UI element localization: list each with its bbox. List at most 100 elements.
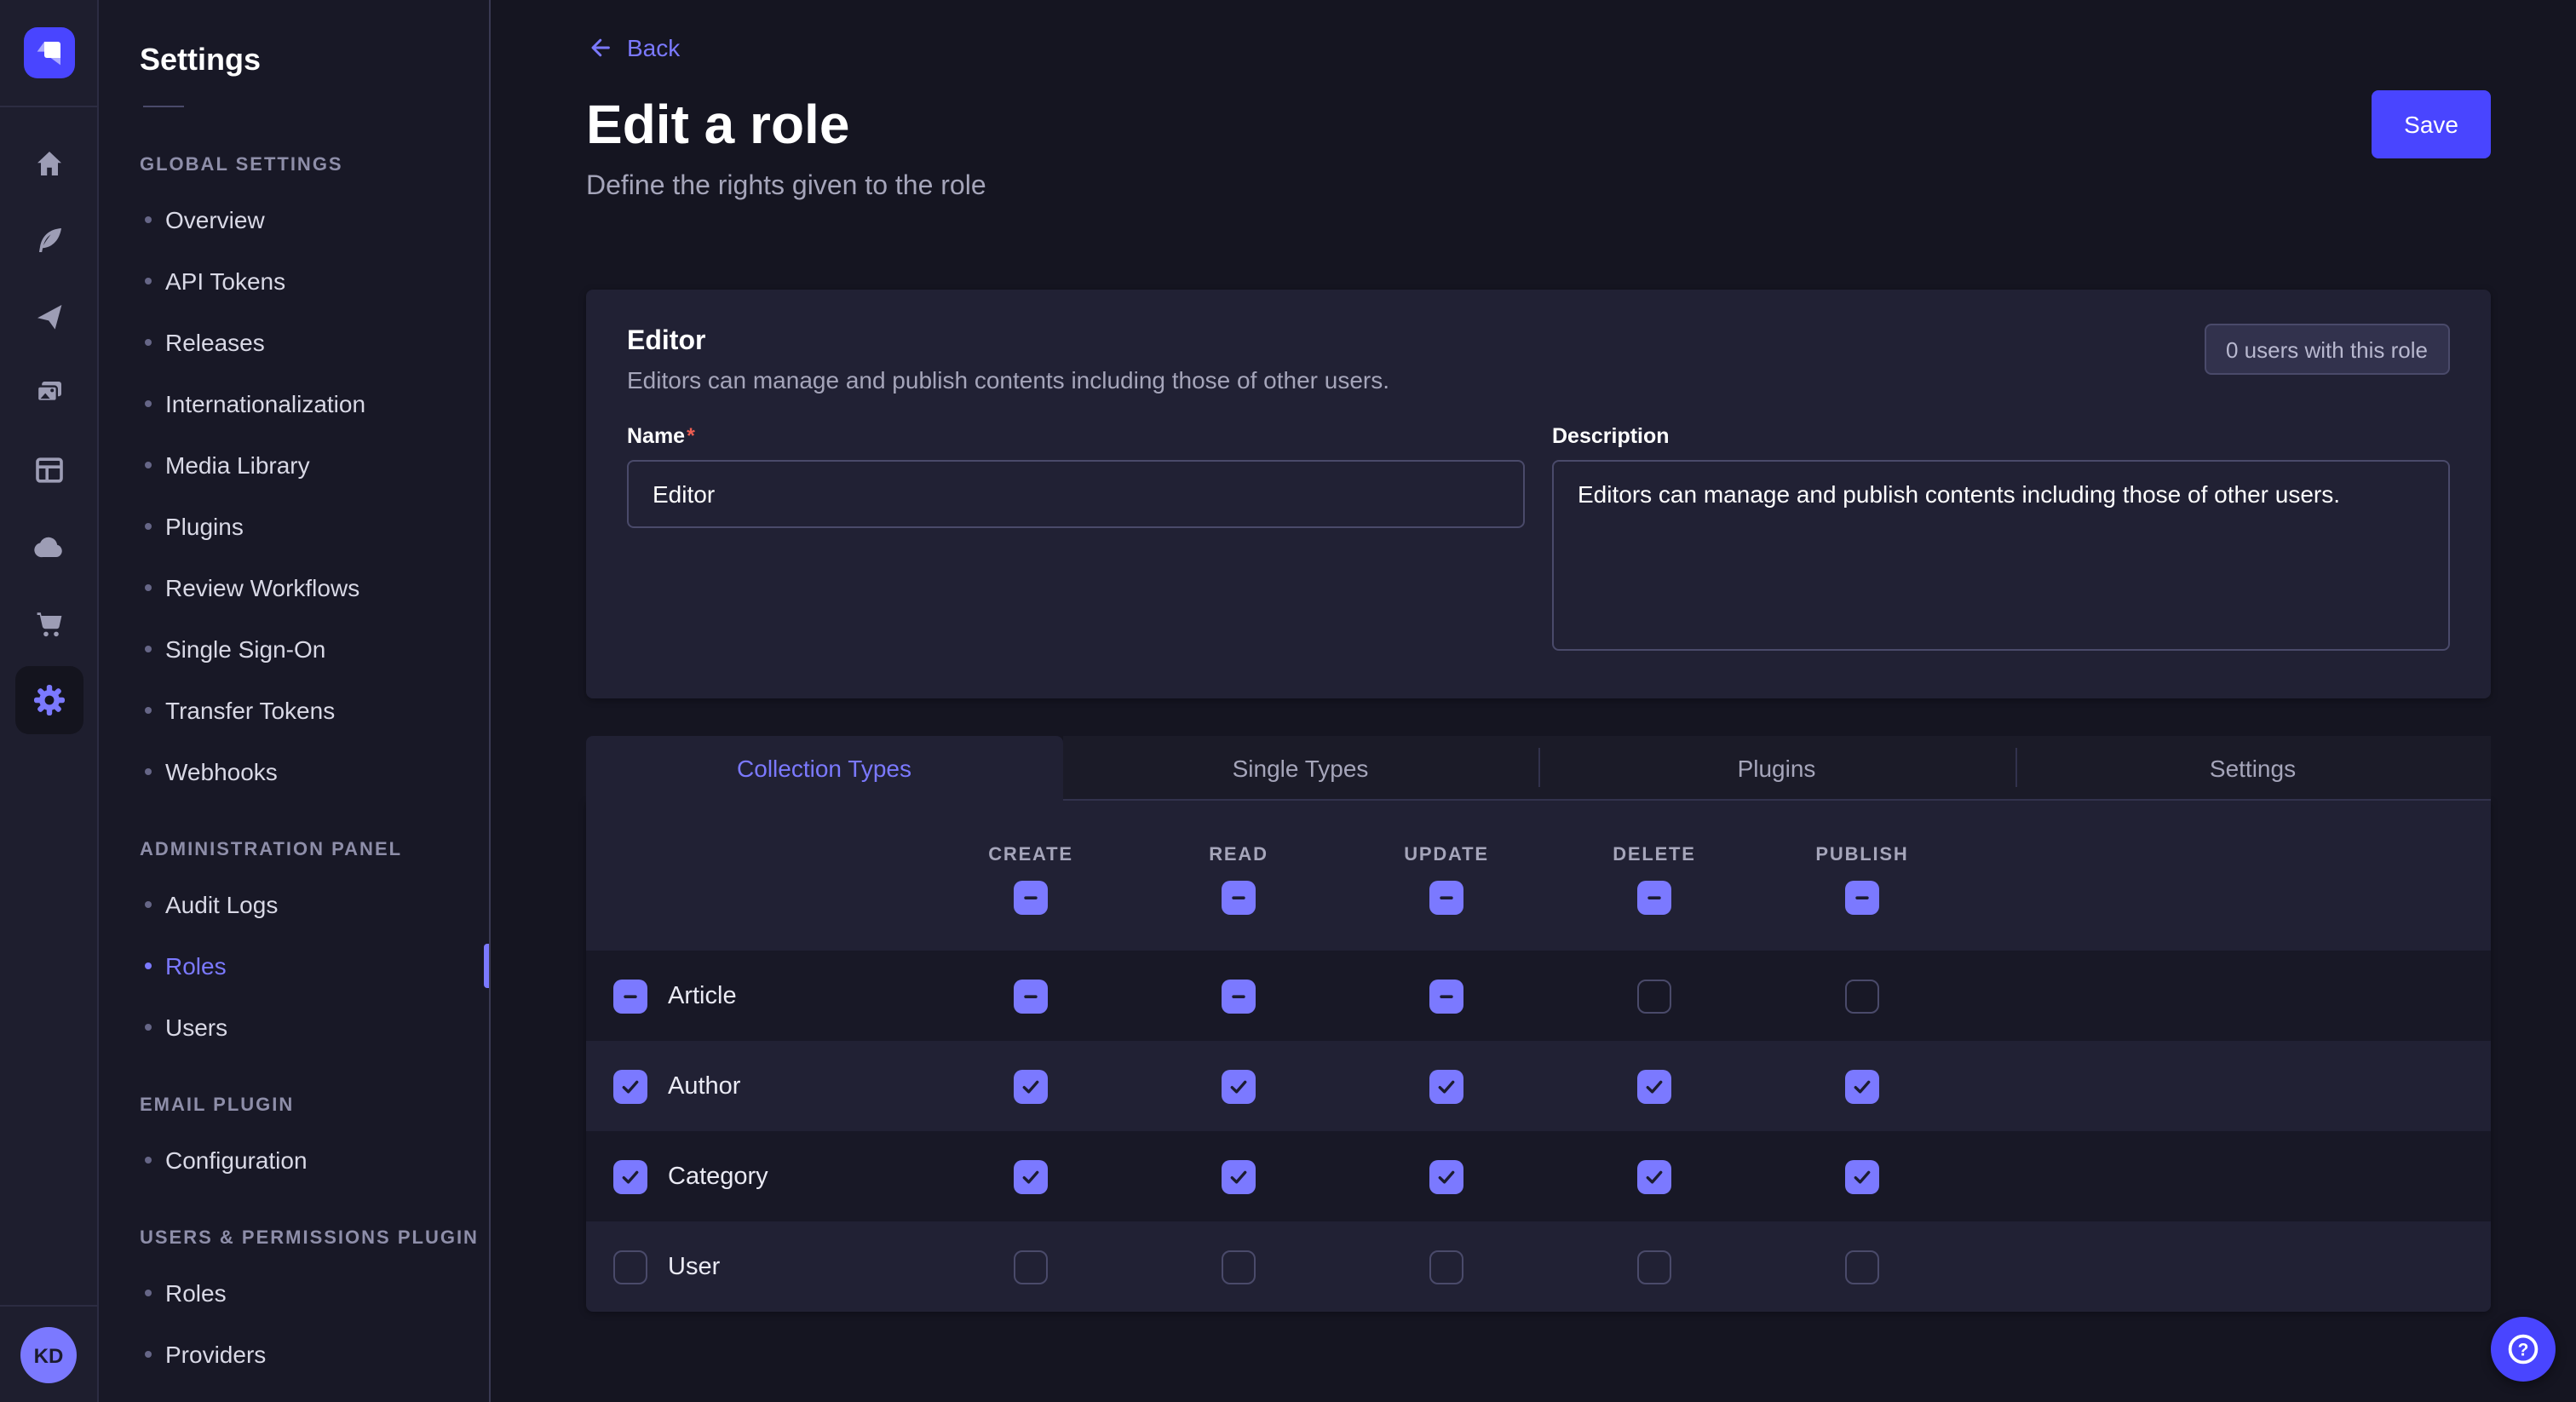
author-row-checkbox[interactable] [613,1069,647,1103]
subnav-item-roles[interactable]: Roles [99,935,489,997]
cell-user-create [927,1250,1135,1284]
cell-author-create [927,1069,1135,1103]
category-row-checkbox[interactable] [613,1159,647,1193]
cell-user-publish [1758,1250,1966,1284]
users-with-role-button[interactable]: 0 users with this role [2204,324,2450,375]
select-all-delete-checkbox[interactable] [1637,880,1671,914]
subnav-item-media-library[interactable]: Media Library [99,434,489,496]
subnav-item-label: Review Workflows [165,574,359,601]
user-row-checkbox[interactable] [613,1250,647,1284]
tab-single-types[interactable]: Single Types [1062,736,1538,801]
user-avatar[interactable]: KD [20,1327,77,1383]
page-subtitle: Define the rights given to the role [586,169,2491,206]
author-delete-checkbox[interactable] [1637,1069,1671,1103]
main-content: Back Edit a role Save Define the rights … [491,0,2576,1402]
subnav-item-providers[interactable]: Providers [99,1324,489,1385]
tab-plugins[interactable]: Plugins [1538,736,2015,801]
user-update-checkbox[interactable] [1429,1250,1463,1284]
subnav-item-roles[interactable]: Roles [99,1262,489,1324]
paper-plane-icon[interactable] [14,283,83,351]
rail-bottom-divider [0,1305,97,1307]
subnav-item-releases[interactable]: Releases [99,312,489,373]
row-name-cell-article: Article [586,979,927,1013]
article-publish-checkbox[interactable] [1845,979,1879,1013]
bullet-icon [145,901,152,908]
bullet-icon [145,707,152,714]
bullet-icon [145,1157,152,1164]
article-create-checkbox[interactable] [1014,979,1048,1013]
subnav-item-configuration[interactable]: Configuration [99,1129,489,1191]
cell-user-update [1343,1250,1550,1284]
article-read-checkbox[interactable] [1222,979,1256,1013]
tab-settings[interactable]: Settings [2015,736,2491,801]
subnav-item-transfer-tokens[interactable]: Transfer Tokens [99,680,489,741]
arrow-left-icon [586,34,613,61]
name-input[interactable] [627,460,1525,528]
article-delete-checkbox[interactable] [1637,979,1671,1013]
permission-row-category: Category [586,1131,2491,1221]
subnav-sections: GLOBAL SETTINGSOverviewAPI TokensRelease… [99,107,489,1385]
author-publish-checkbox[interactable] [1845,1069,1879,1103]
permission-row-author: Author [586,1041,2491,1131]
page-title: Edit a role [586,90,849,158]
user-create-checkbox[interactable] [1014,1250,1048,1284]
strapi-logo-icon[interactable] [23,27,74,78]
author-create-checkbox[interactable] [1014,1069,1048,1103]
subnav-item-overview[interactable]: Overview [99,189,489,250]
cell-author-delete [1550,1069,1758,1103]
back-link[interactable]: Back [586,34,680,61]
subnav-item-internationalization[interactable]: Internationalization [99,373,489,434]
article-update-checkbox[interactable] [1429,979,1463,1013]
cell-article-publish [1758,979,1966,1013]
row-name-cell-user: User [586,1250,927,1284]
subnav-item-review-workflows[interactable]: Review Workflows [99,557,489,618]
row-name-cell-category: Category [586,1159,927,1193]
category-delete-checkbox[interactable] [1637,1159,1671,1193]
cart-icon[interactable] [14,589,83,658]
author-read-checkbox[interactable] [1222,1069,1256,1103]
feather-icon[interactable] [14,206,83,274]
name-field-group: Name* [627,422,1525,651]
category-create-checkbox[interactable] [1014,1159,1048,1193]
category-publish-checkbox[interactable] [1845,1159,1879,1193]
author-update-checkbox[interactable] [1429,1069,1463,1103]
subnav-item-label: Roles [165,952,227,980]
home-icon[interactable] [14,129,83,198]
select-all-create-checkbox[interactable] [1014,880,1048,914]
column-label-create: CREATE [988,844,1073,865]
layout-icon[interactable] [14,436,83,504]
article-row-checkbox[interactable] [613,979,647,1013]
header-cell-delete: DELETE [1550,801,1758,951]
cell-category-delete [1550,1159,1758,1193]
subnav-item-label: Releases [165,329,265,356]
cell-article-create [927,979,1135,1013]
user-delete-checkbox[interactable] [1637,1250,1671,1284]
subnav-item-users[interactable]: Users [99,997,489,1058]
bullet-icon [145,1290,152,1296]
required-asterisk: * [687,424,695,448]
tab-collection-types[interactable]: Collection Types [586,736,1062,801]
select-all-read-checkbox[interactable] [1222,880,1256,914]
category-read-checkbox[interactable] [1222,1159,1256,1193]
subnav-item-plugins[interactable]: Plugins [99,496,489,557]
gear-icon[interactable] [14,666,83,734]
cloud-icon[interactable] [14,513,83,581]
media-library-icon[interactable] [14,359,83,428]
cell-user-read [1135,1250,1343,1284]
select-all-update-checkbox[interactable] [1429,880,1463,914]
subnav-item-label: Providers [165,1341,266,1368]
save-button[interactable]: Save [2372,90,2491,158]
subnav-section-header-users-permissions-plugin: USERS & PERMISSIONS PLUGIN [99,1191,489,1262]
help-button[interactable]: ? [2491,1317,2556,1382]
subnav-item-single-sign-on[interactable]: Single Sign-On [99,618,489,680]
subnav-item-webhooks[interactable]: Webhooks [99,741,489,802]
subnav-item-audit-logs[interactable]: Audit Logs [99,874,489,935]
user-publish-checkbox[interactable] [1845,1250,1879,1284]
select-all-publish-checkbox[interactable] [1845,880,1879,914]
cell-article-update [1343,979,1550,1013]
subnav-item-api-tokens[interactable]: API Tokens [99,250,489,312]
description-textarea[interactable]: Editors can manage and publish contents … [1552,460,2450,651]
user-read-checkbox[interactable] [1222,1250,1256,1284]
column-label-update: UPDATE [1404,844,1489,865]
category-update-checkbox[interactable] [1429,1159,1463,1193]
